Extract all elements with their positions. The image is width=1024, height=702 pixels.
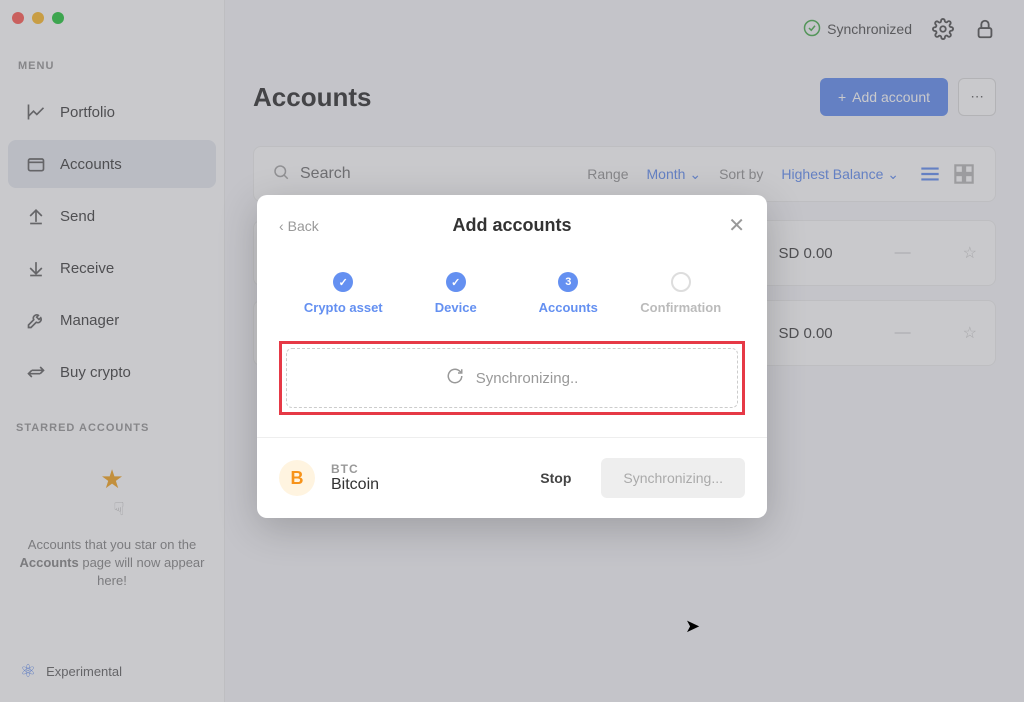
step-confirmation: Confirmation <box>625 272 738 315</box>
modal-footer: B BTC Bitcoin Stop Synchronizing... <box>257 437 767 518</box>
step-device: ✓ Device <box>400 272 513 315</box>
back-button[interactable]: ‹ Back <box>279 218 319 234</box>
synchronizing-button: Synchronizing... <box>601 458 745 498</box>
modal-title: Add accounts <box>452 215 571 236</box>
coin-name: Bitcoin <box>331 476 510 494</box>
add-accounts-modal: ‹ Back Add accounts ✕ ✓ Crypto asset ✓ D… <box>257 195 767 518</box>
stepper: ✓ Crypto asset ✓ Device 3 Accounts Confi… <box>257 246 767 331</box>
back-label: Back <box>288 218 319 234</box>
close-button[interactable]: ✕ <box>728 213 745 238</box>
modal-overlay: ‹ Back Add accounts ✕ ✓ Crypto asset ✓ D… <box>0 0 1024 702</box>
bitcoin-icon: B <box>279 460 315 496</box>
coin-ticker: BTC <box>331 462 510 476</box>
synchronizing-status: Synchronizing.. <box>286 348 738 408</box>
step-crypto-asset: ✓ Crypto asset <box>287 272 400 315</box>
synchronizing-label: Synchronizing.. <box>476 370 579 387</box>
chevron-left-icon: ‹ <box>279 218 284 234</box>
stop-button[interactable]: Stop <box>526 460 585 496</box>
step-accounts: 3 Accounts <box>512 272 625 315</box>
step-dot-pending <box>671 272 691 292</box>
refresh-icon <box>446 367 464 389</box>
step-number-badge: 3 <box>558 272 578 292</box>
coin-info: BTC Bitcoin <box>331 462 510 494</box>
check-icon: ✓ <box>333 272 353 292</box>
synchronizing-highlight-box: Synchronizing.. <box>279 341 745 415</box>
check-icon: ✓ <box>446 272 466 292</box>
